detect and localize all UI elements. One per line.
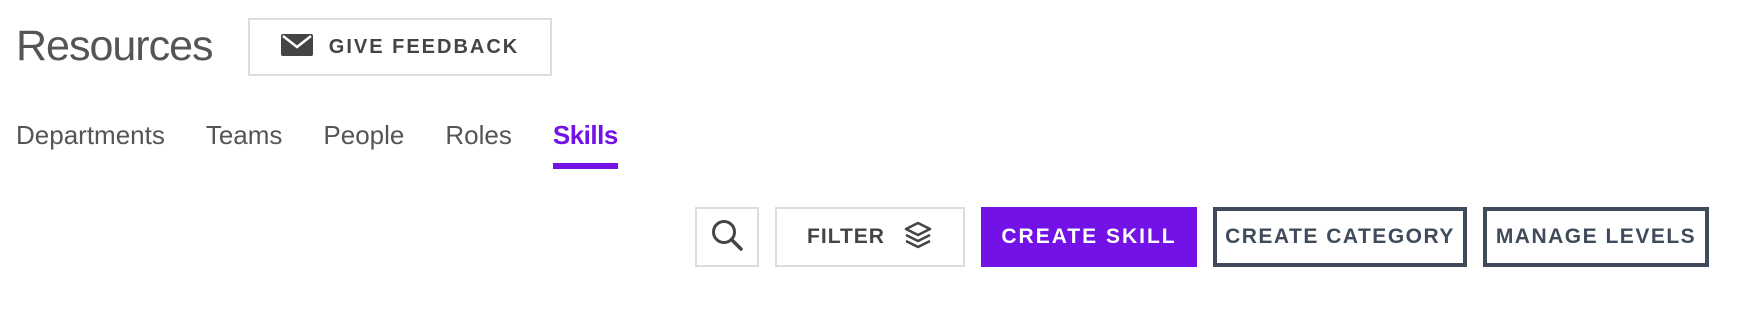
filter-label: FILTER	[807, 225, 885, 248]
search-icon	[710, 218, 744, 257]
tab-skills[interactable]: Skills	[552, 120, 618, 169]
tab-departments[interactable]: Departments	[16, 120, 165, 169]
envelope-icon	[280, 33, 313, 61]
page-title: Resources	[16, 21, 214, 70]
tab-teams[interactable]: Teams	[206, 120, 283, 169]
layers-icon	[903, 220, 933, 255]
skills-toolbar: FILTER CREATE SKILL CREATE CATEGORY MANA…	[695, 207, 1709, 267]
tab-people[interactable]: People	[323, 120, 404, 169]
manage-levels-label: MANAGE LEVELS	[1495, 225, 1697, 248]
create-skill-label: CREATE SKILL	[1001, 225, 1177, 248]
create-category-label: CREATE CATEGORY	[1225, 225, 1455, 248]
filter-button[interactable]: FILTER	[775, 207, 965, 267]
page-header: Resources	[16, 16, 214, 76]
create-skill-button[interactable]: CREATE SKILL	[981, 207, 1197, 267]
search-button[interactable]	[695, 207, 759, 267]
tab-roles[interactable]: Roles	[445, 120, 511, 169]
create-category-button[interactable]: CREATE CATEGORY	[1213, 207, 1467, 267]
resource-tabs: Departments Teams People Roles Skills	[16, 120, 618, 169]
manage-levels-button[interactable]: MANAGE LEVELS	[1483, 207, 1709, 267]
give-feedback-button[interactable]: GIVE FEEDBACK	[248, 18, 552, 76]
give-feedback-label: GIVE FEEDBACK	[328, 35, 520, 58]
